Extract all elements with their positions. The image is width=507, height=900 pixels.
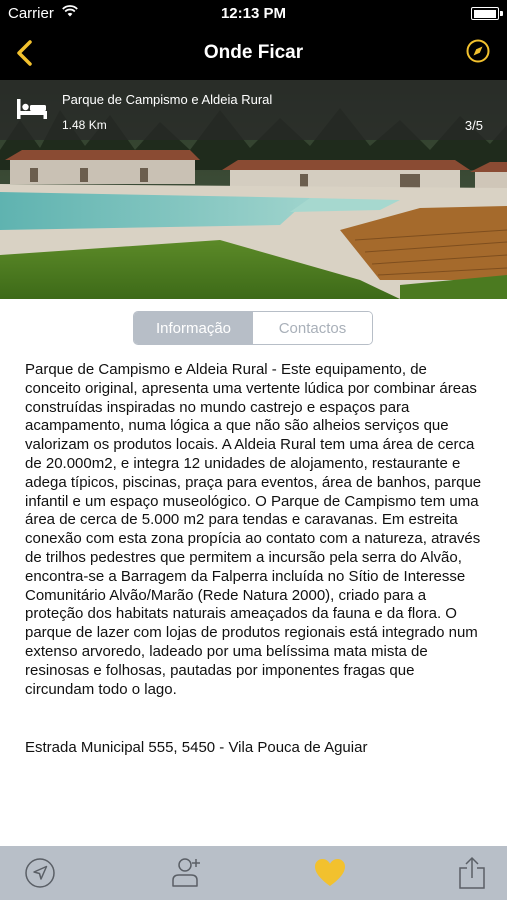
address-text: Estrada Municipal 555, 5450 - Vila Pouca… [25, 739, 368, 756]
top-bar: Carrier 12:13 PM Onde Ficar [0, 0, 507, 80]
status-time: 12:13 PM [220, 5, 287, 22]
place-name: Parque de Campismo e Aldeia Rural [62, 92, 273, 107]
tab-informacao[interactable]: Informação [134, 312, 253, 344]
segmented-control: Informação Contactos [133, 311, 373, 345]
page-title: Onde Ficar [203, 42, 304, 63]
navigation-arrow-icon[interactable] [23, 856, 57, 890]
hero-image[interactable]: Parque de Campismo e Aldeia Rural 1.48 K… [0, 80, 507, 299]
nav-bar: Onde Ficar [0, 28, 507, 80]
description-text: Parque de Campismo e Aldeia Rural - Este… [25, 361, 482, 698]
battery-icon [471, 7, 503, 20]
place-distance: 1.48 Km [62, 118, 107, 132]
share-icon[interactable] [455, 856, 489, 890]
photo-counter: 3/5 [464, 118, 483, 133]
hero-caption: Parque de Campismo e Aldeia Rural 1.48 K… [0, 80, 507, 140]
bottom-toolbar [0, 846, 507, 900]
bed-icon [16, 97, 48, 121]
add-contact-icon[interactable] [169, 856, 203, 890]
tab-contactos[interactable]: Contactos [253, 312, 372, 344]
heart-icon[interactable] [313, 856, 347, 890]
status-bar: Carrier 12:13 PM [0, 0, 507, 28]
compass-icon[interactable] [465, 38, 491, 64]
